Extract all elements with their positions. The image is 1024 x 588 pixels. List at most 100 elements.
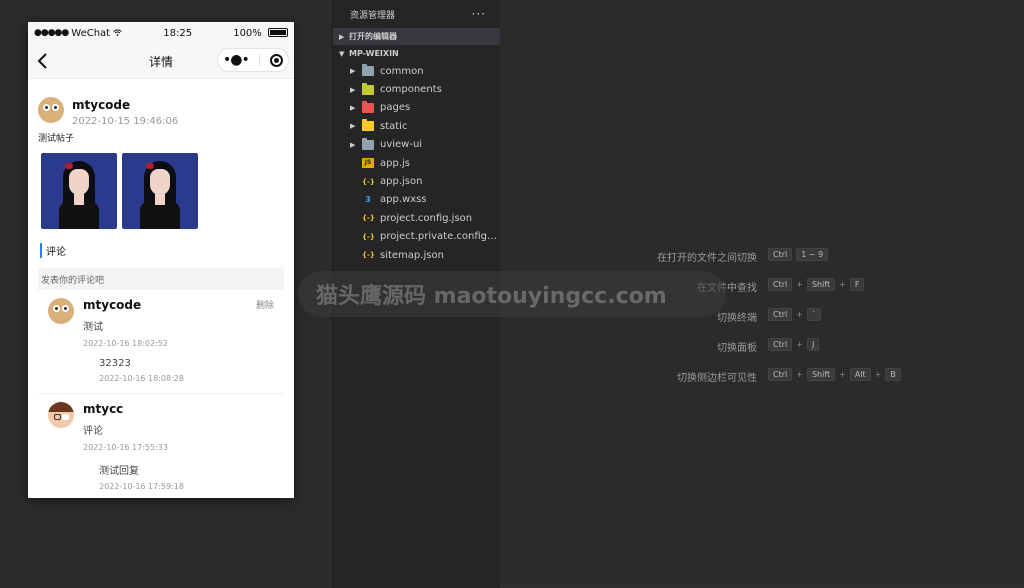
carrier-label: WeChat [71, 27, 111, 39]
shortcut-label: 切换面板 [717, 343, 757, 354]
simulator-phone: ●●●●● WeChat 18:25 100% 详情 •●• mtycode 2… [28, 22, 294, 498]
tree-file[interactable]: {-} project.config.json [333, 209, 500, 227]
comment-time: 2022-10-16 17:55:33 [83, 443, 168, 452]
open-editors-section[interactable]: ▶ 打开的编辑器 [333, 28, 500, 45]
tree-item-label: project.config.json [380, 212, 473, 224]
file-tree: ▶ common ▶ components ▶ pages ▶ static ▶ uview-ui… [333, 62, 500, 264]
more-dots-icon[interactable]: •●• [223, 53, 250, 67]
delete-comment-button[interactable]: 删除 [256, 298, 274, 311]
folder-icon [362, 137, 374, 150]
key-cap: F [849, 278, 865, 291]
plus-separator: + [796, 310, 803, 319]
key-cap: Ctrl [768, 248, 793, 261]
battery-percent: 100% [233, 27, 262, 39]
shortcut-row: 在打开的文件之间切换 Ctrl 1 ~ 9 [500, 248, 1024, 264]
tree-item-label: static [380, 120, 408, 132]
comment-time: 2022-10-16 18:02:52 [83, 339, 168, 348]
folder-icon [362, 119, 374, 132]
tree-item-label: app.json [380, 176, 423, 188]
project-section[interactable]: ▼ MP-WEIXIN [333, 45, 500, 62]
explorer-header: 资源管理器 ··· [333, 0, 500, 28]
tree-item-label: sitemap.json [380, 249, 444, 261]
comment-author: mtycc [83, 402, 124, 416]
key-cap: Shift [806, 278, 836, 291]
reply-time: 2022-10-16 17:59:18 [99, 482, 184, 491]
tree-file[interactable]: {-} project.private.config.js... [333, 228, 500, 246]
folder-icon [362, 100, 374, 113]
back-arrow-icon[interactable] [36, 52, 50, 70]
key-cap: Shift [806, 368, 836, 381]
tree-file[interactable]: 3 app.wxss [333, 191, 500, 209]
key-cap: Ctrl [768, 278, 793, 291]
key-cap: Ctrl [768, 308, 793, 321]
json-file-icon: {-} [362, 214, 375, 223]
shortcut-label: 在打开的文件之间切换 [657, 253, 757, 264]
avatar [48, 298, 74, 324]
comment-text: 评论 [83, 426, 103, 437]
plus-separator: + [796, 280, 803, 289]
mini-program-capsule: •●• [217, 48, 289, 72]
plus-separator: + [796, 370, 803, 379]
key-cap: Ctrl [768, 338, 793, 351]
divider [38, 393, 284, 394]
plus-separator: + [874, 370, 882, 379]
json-file-icon: {-} [362, 251, 375, 260]
tree-file[interactable]: {-} sitemap.json [333, 246, 500, 264]
more-actions-icon[interactable]: ··· [472, 7, 486, 21]
plus-separator: + [839, 370, 846, 379]
page-title: 详情 [148, 54, 173, 69]
tree-folder[interactable]: ▶ static [333, 117, 500, 135]
close-target-icon[interactable] [269, 53, 283, 67]
open-editors-label: 打开的编辑器 [349, 32, 397, 41]
plus-separator: + [796, 340, 803, 349]
key-cap: ` [806, 308, 821, 321]
comment-author: mtycode [83, 298, 142, 312]
folder-icon [362, 64, 374, 77]
post-time: 2022-10-15 19:46:06 [72, 116, 179, 127]
shortcut-label: 切换终端 [717, 313, 757, 324]
key-cap: Alt [849, 368, 871, 381]
tree-folder[interactable]: ▶ uview-ui [333, 136, 500, 154]
tree-item-label: uview-ui [380, 139, 423, 151]
plus-separator: + [839, 280, 846, 289]
tree-file[interactable]: {-} app.json [333, 172, 500, 190]
js-file-icon: JS [362, 158, 374, 169]
anime-girl-image[interactable] [41, 153, 117, 229]
tree-item-label: app.js [380, 157, 410, 169]
detail-content: mtycode 2022-10-15 19:46:06 测试帖子 评论 发表你的… [28, 97, 294, 491]
signal-icon: ●●●●● [34, 28, 69, 38]
tree-item-label: project.private.config.js... [380, 231, 500, 243]
status-bar: ●●●●● WeChat 18:25 100% [28, 22, 294, 44]
post-text: 测试帖子 [38, 134, 75, 144]
reply-text: 测试回复 [99, 466, 139, 477]
post-header: mtycode 2022-10-15 19:46:06 [38, 97, 284, 127]
folder-icon [362, 82, 374, 95]
chevron-right-icon: ▶ [339, 32, 345, 41]
chevron-right-icon: ▶ [350, 140, 356, 149]
shortcut-row: 切换侧边栏可见性 Ctrl + Shift + Alt + B [500, 368, 1024, 384]
post-images [41, 153, 284, 229]
tree-file[interactable]: JS app.js [333, 154, 500, 172]
shortcut-keys: Ctrl + Shift + F [768, 278, 865, 291]
css-file-icon: 3 [365, 194, 371, 204]
avatar [48, 402, 74, 428]
comment-text: 测试 [83, 322, 103, 333]
tree-folder[interactable]: ▶ common [333, 62, 500, 80]
tree-folder[interactable]: ▶ components [333, 80, 500, 98]
reply-text: 32323 [99, 358, 131, 369]
avatar [38, 97, 64, 123]
shortcut-keys: Ctrl + J [768, 338, 820, 351]
capsule-divider [258, 53, 260, 67]
chevron-right-icon: ▶ [350, 122, 356, 131]
chevron-down-icon: ▼ [339, 49, 345, 58]
comment-input[interactable]: 发表你的评论吧 [38, 268, 284, 290]
shortcut-row: 切换面板 Ctrl + J [500, 338, 1024, 354]
reply-time: 2022-10-16 18:08:28 [99, 374, 184, 383]
shortcut-keys: Ctrl + ` [768, 308, 821, 321]
anime-girl-image[interactable] [122, 153, 198, 229]
tree-folder[interactable]: ▶ pages [333, 99, 500, 117]
chevron-right-icon: ▶ [350, 67, 356, 76]
comments-section-title: 评论 [40, 243, 284, 258]
tree-item-label: common [380, 65, 424, 77]
json-file-icon: {-} [362, 177, 375, 186]
